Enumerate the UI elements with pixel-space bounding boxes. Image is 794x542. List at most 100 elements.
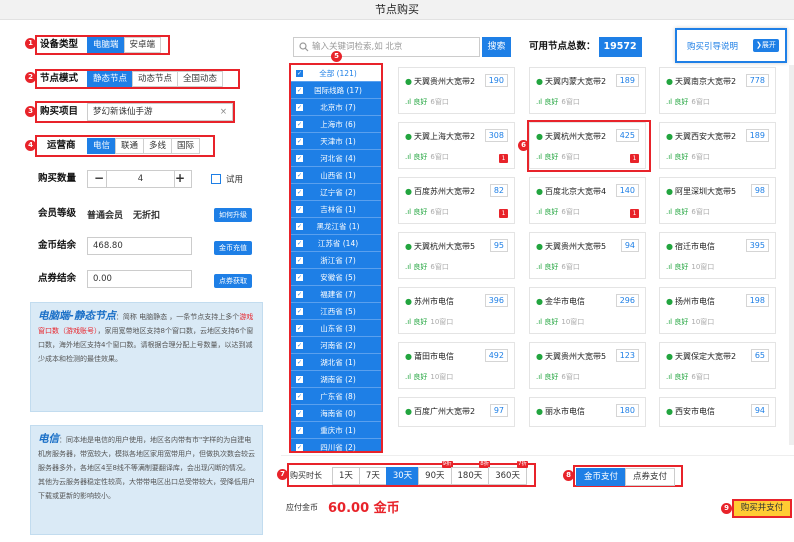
region-item[interactable]: ✓ 吉林省 (1) [291,201,381,218]
region-item[interactable]: ✓ 山西省 (1) [291,167,381,184]
node-card[interactable]: ● 宿迁市电信 395 .ıl 良好 10窗口 [659,232,776,279]
region-item[interactable]: ✓ 海南省 (0) [291,405,381,422]
duration-option[interactable]: 7天 [358,467,387,485]
node-card[interactable]: ● 丽水市电信 180 [529,397,646,427]
node-card[interactable]: ● 金华市电信 296 .ıl 良好 10窗口 [529,287,646,334]
region-item[interactable]: ✓ 黑龙江省 (1) [291,218,381,235]
buy-and-pay-button[interactable]: 购买并支付 [732,499,792,518]
node-count: 94 [620,239,639,252]
carrier-telecom[interactable]: 电信 [87,138,117,154]
node-count: 140 [615,184,639,197]
guide-expand-button[interactable]: ❯展开 [753,39,779,52]
region-label: 黑龙江省 (1) [316,222,360,231]
signal-icon: .ıl [405,208,412,216]
total-nodes-value: 19572 [598,37,642,57]
region-item[interactable]: ✓ 北京市 (7) [291,99,381,116]
online-dot-icon: ● [666,242,673,251]
node-card[interactable]: ● 天翼贵州大宽带5 94 .ıl 良好 6窗口 [529,232,646,279]
signal-icon: .ıl [666,263,673,271]
online-dot-icon: ● [536,187,543,196]
region-label: 国际线路 (17) [314,86,362,95]
quantity-value[interactable]: 4 [106,171,175,187]
due-amount: 60.00 金币 [328,501,400,516]
signal-icon: .ıl [666,318,673,326]
upgrade-button[interactable]: 如何升级 [214,208,252,222]
quantity-label: 购买数量 [38,173,77,184]
duration-option[interactable]: 360天 7折 [488,461,528,485]
online-dot-icon: ● [405,132,412,141]
node-card[interactable]: ● 天翼上海大宽带2 308 .ıl 良好 6窗口 1 [398,122,515,169]
search-input[interactable]: 输入关键词检索,如 北京 [293,37,480,57]
node-count: 296 [615,294,639,307]
gold-recharge-button[interactable]: 金币充值 [214,241,252,255]
region-item[interactable]: ✓ 江西省 (5) [291,303,381,320]
node-card[interactable]: ● 天翼贵州大宽带2 190 .ıl 良好 6窗口 [398,67,515,114]
region-item[interactable]: ✓ 安徽省 (5) [291,269,381,286]
carrier-international[interactable]: 国际 [171,138,201,154]
region-item[interactable]: ✓ 河北省 (4) [291,150,381,167]
node-card[interactable]: ● 天翼杭州大宽带2 425 .ıl 良好 6窗口 1 [529,122,646,169]
region-item[interactable]: ✓ 上海市 (6) [291,116,381,133]
region-item[interactable]: ✓ 广东省 (8) [291,388,381,405]
card-scrollbar[interactable] [789,65,794,445]
node-mode-national[interactable]: 全国动态 [177,71,224,87]
region-item[interactable]: ✓ 福建省 (7) [291,286,381,303]
member-discount: 无折扣 [133,211,161,221]
node-card[interactable]: ● 百度苏州大宽带2 82 .ıl 良好 6窗口 1 [398,177,515,224]
carrier-label: 运营商 [47,140,76,151]
node-mode-static[interactable]: 静态节点 [87,71,134,87]
search-button[interactable]: 搜索 [482,37,511,57]
region-item[interactable]: ✓ 湖北省 (1) [291,354,381,371]
region-label: 福建省 (7) [320,290,356,299]
node-card[interactable]: ● 天翼内蒙大宽带2 189 .ıl 良好 6窗口 [529,67,646,114]
region-item[interactable]: ✓ 辽宁省 (2) [291,184,381,201]
node-count: 425 [615,129,639,142]
clear-icon[interactable]: × [220,104,227,120]
region-item[interactable]: ✓ 四川省 (2) [291,439,381,456]
online-dot-icon: ● [405,352,412,361]
carrier-unicom[interactable]: 联通 [115,138,145,154]
guide-label[interactable]: 购买引导说明 [687,40,738,52]
node-card[interactable]: ● 莆田市电信 492 .ıl 良好 10窗口 [398,342,515,389]
duration-option[interactable]: 30天 [385,467,420,485]
duration-row: 购买时长 1天 7天 30天 90天 9折 180天 8折 360天 7折 [287,461,536,487]
node-card[interactable]: ● 西安市电信 94 [659,397,776,427]
duration-option[interactable]: 180天 8折 [450,461,491,485]
node-card[interactable]: ● 苏州市电信 396 .ıl 良好 10窗口 [398,287,515,334]
node-card[interactable]: ● 天翼贵州大宽带5 123 .ıl 良好 6窗口 [529,342,646,389]
trial-checkbox[interactable] [211,174,221,184]
carrier-multiline[interactable]: 多线 [143,138,173,154]
region-item[interactable]: ✓ 天津市 (1) [291,133,381,150]
duration-option[interactable]: 90天 9折 [418,461,453,485]
gold-label: 金币结余 [38,240,77,251]
region-item[interactable]: ✓ 山东省 (3) [291,320,381,337]
node-card[interactable]: ● 扬州市电信 198 .ıl 良好 10窗口 [659,287,776,334]
region-item[interactable]: ✓ 重庆市 (1) [291,422,381,439]
pay-points-button[interactable]: 点券支付 [625,468,676,486]
node-mode-dynamic[interactable]: 动态节点 [132,71,179,87]
points-get-button[interactable]: 点券获取 [214,274,252,288]
region-item[interactable]: ✓ 浙江省 (7) [291,252,381,269]
node-card[interactable]: ● 天翼南京大宽带2 778 .ıl 良好 6窗口 [659,67,776,114]
device-option-pc[interactable]: 电脑端 [87,37,125,53]
region-item[interactable]: ✓ 河南省 (2) [291,337,381,354]
node-card[interactable]: ● 百度北京大宽带4 140 .ıl 良好 6窗口 1 [529,177,646,224]
duration-option[interactable]: 1天 [332,467,360,485]
node-card[interactable]: ● 天翼保定大宽带2 65 .ıl 良好 6窗口 [659,342,776,389]
node-card[interactable]: ● 百度广州大宽带2 97 [398,397,515,427]
region-item[interactable]: ✓ 湖南省 (2) [291,371,381,388]
quantity-minus-button[interactable]: − [94,170,104,186]
node-card[interactable]: ● 阿里深圳大宽带5 98 .ıl 良好 6窗口 [659,177,776,224]
quantity-plus-button[interactable]: + [175,170,185,186]
region-item[interactable]: ✓ 全部 (121) [291,65,381,82]
node-status: .ıl 良好 6窗口 [405,263,449,271]
node-name: ● 天翼保定大宽带2 [666,352,737,361]
project-input[interactable]: 梦幻新诛仙手游 × [87,103,233,121]
region-item[interactable]: ✓ 江苏省 (14) [291,235,381,252]
node-card[interactable]: ● 天翼西安大宽带2 189 .ıl 良好 6窗口 [659,122,776,169]
pay-gold-button[interactable]: 金币支付 [576,468,627,486]
region-label: 海南省 (0) [320,409,356,418]
device-option-android[interactable]: 安卓端 [123,37,162,53]
region-item[interactable]: ✓ 国际线路 (17) [291,82,381,99]
node-card[interactable]: ● 天翼杭州大宽带5 95 .ıl 良好 6窗口 [398,232,515,279]
